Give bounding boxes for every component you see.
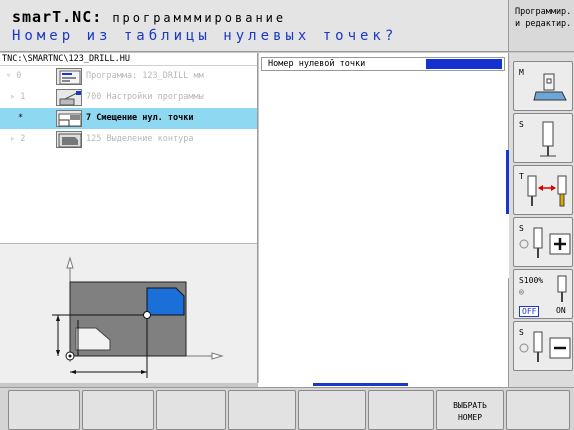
tree-row-datum-shift[interactable]: * 7 Смещение нул. точки xyxy=(0,108,257,129)
app-mode-title: программмирование xyxy=(112,11,287,25)
softkey-5[interactable] xyxy=(298,390,366,430)
softkey-4[interactable] xyxy=(228,390,296,430)
softkey-1[interactable] xyxy=(8,390,80,430)
scroll-indicator-fill xyxy=(313,383,408,386)
spindle-minus-icon xyxy=(519,331,571,362)
softkey-label: S xyxy=(519,120,524,129)
vertical-softkey-bar: M S T S S100% ◎ OFF ON S xyxy=(508,53,574,387)
program-icon xyxy=(56,68,82,85)
tree-row-label: 700 Настройки программы xyxy=(86,92,204,102)
softkey-label: S100% xyxy=(519,276,544,285)
mode-line-1: Программир. xyxy=(515,7,572,17)
tree-level: ▿ 0 xyxy=(6,71,22,81)
select-number-softkey[interactable]: ВЫБРАТЬ НОМЕР xyxy=(436,390,504,430)
softkey-label: M xyxy=(519,68,524,77)
horizontal-softkey-bar: ВЫБРАТЬ НОМЕР xyxy=(0,387,574,430)
softkey-3[interactable] xyxy=(156,390,226,430)
datum-shift-diagram xyxy=(52,256,224,378)
datum-number-label: Номер нулевой точки xyxy=(268,59,366,69)
override-off-label: OFF xyxy=(519,306,540,317)
spindle-speed-plus-softkey[interactable]: S xyxy=(513,217,573,267)
contour-icon xyxy=(56,131,82,148)
app-title: smarT.NC: программмирование xyxy=(12,8,286,26)
settings-unit-icon xyxy=(56,89,82,106)
spindle-plus-icon xyxy=(519,227,571,258)
softkey-group-indicator-alt xyxy=(506,214,509,278)
softkey-6[interactable] xyxy=(368,390,434,430)
spindle-override-softkey[interactable]: S100% ◎ OFF ON xyxy=(513,269,573,319)
form-panel: Номер нулевой точки xyxy=(259,53,508,383)
rotation-icon: ◎ xyxy=(519,287,524,296)
tree-level: ▹ 1 xyxy=(10,92,26,102)
operating-mode-box: Программир. и редактир. xyxy=(508,0,574,52)
spindle-override-icon xyxy=(557,275,567,302)
softkey-2[interactable] xyxy=(82,390,154,430)
tree-row-label: Программа: 123_DRILL мм xyxy=(86,71,204,81)
tree-row-label: 7 Смещение нул. точки xyxy=(86,113,194,123)
tree-level: ▹ 2 xyxy=(10,134,26,144)
program-path: TNC:\SMARTNC\123_DRILL.HU xyxy=(0,53,257,66)
tree-row-contour-machining[interactable]: ▹ 2 125 Выделение контура xyxy=(0,129,257,150)
tree-row-program-settings[interactable]: ▹ 1 700 Настройки программы xyxy=(0,87,257,108)
datum-number-input[interactable] xyxy=(426,59,502,69)
tool-change-icon xyxy=(527,175,567,207)
help-graphic xyxy=(0,243,257,383)
tree-level: * xyxy=(18,113,24,123)
spindle-speed-minus-softkey[interactable]: S xyxy=(513,321,573,371)
spindle-icon xyxy=(540,121,556,157)
input-prompt: Номер из таблицы нулевых точек? xyxy=(12,28,398,44)
softkey-group-indicator xyxy=(506,150,509,214)
softkey-8[interactable] xyxy=(506,390,570,430)
softkey-line-2: НОМЕР xyxy=(457,413,483,422)
datum-number-row: Номер нулевой точки xyxy=(261,57,505,71)
mode-line-2: и редактир. xyxy=(515,19,572,29)
header-bar: smarT.NC: программмирование Номер из таб… xyxy=(0,0,508,52)
tool-change-softkey[interactable]: T xyxy=(513,165,573,215)
program-tree-panel: TNC:\SMARTNC\123_DRILL.HU ▿ 0 Программа:… xyxy=(0,53,258,383)
tree-row-program[interactable]: ▿ 0 Программа: 123_DRILL мм xyxy=(0,66,257,87)
app-title-name: smarT.NC: xyxy=(12,8,103,26)
tree-row-label: 125 Выделение контура xyxy=(86,134,194,144)
override-on-label: ON xyxy=(556,306,566,315)
softkey-line-1: ВЫБРАТЬ xyxy=(453,401,487,410)
datum-shift-icon xyxy=(56,110,82,127)
m-function-icon xyxy=(533,73,567,101)
m-function-softkey[interactable]: M xyxy=(513,61,573,111)
spindle-softkey[interactable]: S xyxy=(513,113,573,163)
